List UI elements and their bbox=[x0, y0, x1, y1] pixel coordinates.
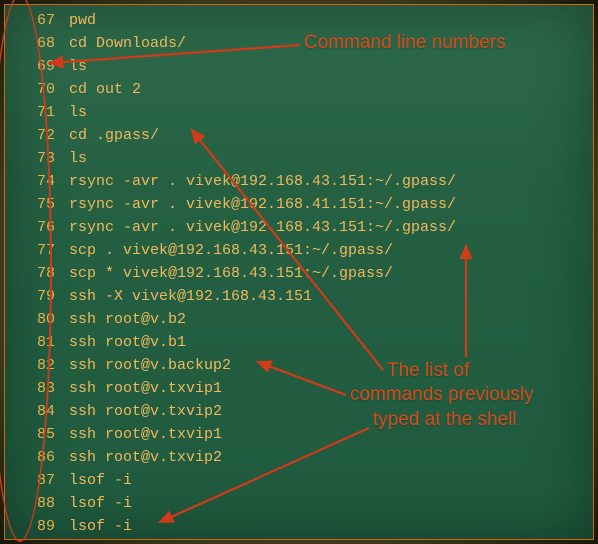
line-number: 87 bbox=[5, 469, 69, 492]
history-line: 88lsof -i bbox=[5, 492, 593, 515]
line-number: 85 bbox=[5, 423, 69, 446]
line-number: 89 bbox=[5, 515, 69, 538]
command-text: cd out 2 bbox=[69, 78, 141, 101]
history-line: 76rsync -avr . vivek@192.168.43.151:~/.g… bbox=[5, 216, 593, 239]
line-number: 80 bbox=[5, 308, 69, 331]
history-line: 84ssh root@v.txvip2 bbox=[5, 400, 593, 423]
command-text: scp . vivek@192.168.43.151:~/.gpass/ bbox=[69, 239, 393, 262]
line-number: 73 bbox=[5, 147, 69, 170]
command-text: ls bbox=[69, 147, 87, 170]
history-line: 73ls bbox=[5, 147, 593, 170]
line-number: 76 bbox=[5, 216, 69, 239]
command-text: ls bbox=[69, 55, 87, 78]
command-text: ssh root@v.b1 bbox=[69, 331, 186, 354]
command-text: scp * vivek@192.168.43.151:~/.gpass/ bbox=[69, 262, 393, 285]
history-line: 72cd .gpass/ bbox=[5, 124, 593, 147]
history-line: 74rsync -avr . vivek@192.168.43.151:~/.g… bbox=[5, 170, 593, 193]
line-number: 82 bbox=[5, 354, 69, 377]
line-number: 68 bbox=[5, 32, 69, 55]
command-text: ssh root@v.txvip1 bbox=[69, 377, 222, 400]
command-text: ssh root@v.txvip2 bbox=[69, 400, 222, 423]
history-line: 83ssh root@v.txvip1 bbox=[5, 377, 593, 400]
command-text: ssh root@v.txvip1 bbox=[69, 423, 222, 446]
line-number: 88 bbox=[5, 492, 69, 515]
line-number: 84 bbox=[5, 400, 69, 423]
command-text: pwd bbox=[69, 9, 96, 32]
command-text: rsync -avr . vivek@192.168.43.151:~/.gpa… bbox=[69, 216, 456, 239]
history-list: 67pwd68cd Downloads/69ls70cd out 271ls72… bbox=[5, 5, 593, 538]
line-number: 86 bbox=[5, 446, 69, 469]
command-text: rsync -avr . vivek@192.168.43.151:~/.gpa… bbox=[69, 170, 456, 193]
history-line: 81ssh root@v.b1 bbox=[5, 331, 593, 354]
command-text: cd .gpass/ bbox=[69, 124, 159, 147]
line-number: 81 bbox=[5, 331, 69, 354]
history-line: 68cd Downloads/ bbox=[5, 32, 593, 55]
line-number: 69 bbox=[5, 55, 69, 78]
terminal-window: 67pwd68cd Downloads/69ls70cd out 271ls72… bbox=[4, 4, 594, 540]
line-number: 78 bbox=[5, 262, 69, 285]
line-number: 75 bbox=[5, 193, 69, 216]
command-text: ssh root@v.txvip2 bbox=[69, 446, 222, 469]
command-text: rsync -avr . vivek@192.168.41.151:~/.gpa… bbox=[69, 193, 456, 216]
command-text: lsof -i bbox=[69, 515, 132, 538]
command-text: ls bbox=[69, 101, 87, 124]
line-number: 77 bbox=[5, 239, 69, 262]
history-line: 82ssh root@v.backup2 bbox=[5, 354, 593, 377]
line-number: 79 bbox=[5, 285, 69, 308]
line-number: 70 bbox=[5, 78, 69, 101]
history-line: 67pwd bbox=[5, 9, 593, 32]
line-number: 83 bbox=[5, 377, 69, 400]
line-number: 67 bbox=[5, 9, 69, 32]
history-line: 85ssh root@v.txvip1 bbox=[5, 423, 593, 446]
history-line: 77scp . vivek@192.168.43.151:~/.gpass/ bbox=[5, 239, 593, 262]
history-line: 79ssh -X vivek@192.168.43.151 bbox=[5, 285, 593, 308]
history-line: 71ls bbox=[5, 101, 593, 124]
command-text: ssh root@v.backup2 bbox=[69, 354, 231, 377]
command-text: ssh root@v.b2 bbox=[69, 308, 186, 331]
history-line: 87lsof -i bbox=[5, 469, 593, 492]
history-line: 78scp * vivek@192.168.43.151:~/.gpass/ bbox=[5, 262, 593, 285]
line-number: 71 bbox=[5, 101, 69, 124]
history-line: 69ls bbox=[5, 55, 593, 78]
line-number: 72 bbox=[5, 124, 69, 147]
history-line: 75rsync -avr . vivek@192.168.41.151:~/.g… bbox=[5, 193, 593, 216]
command-text: lsof -i bbox=[69, 492, 132, 515]
history-line: 89lsof -i bbox=[5, 515, 593, 538]
command-text: lsof -i bbox=[69, 469, 132, 492]
history-line: 70cd out 2 bbox=[5, 78, 593, 101]
history-line: 80ssh root@v.b2 bbox=[5, 308, 593, 331]
history-line: 86ssh root@v.txvip2 bbox=[5, 446, 593, 469]
command-text: cd Downloads/ bbox=[69, 32, 186, 55]
command-text: ssh -X vivek@192.168.43.151 bbox=[69, 285, 312, 308]
line-number: 74 bbox=[5, 170, 69, 193]
